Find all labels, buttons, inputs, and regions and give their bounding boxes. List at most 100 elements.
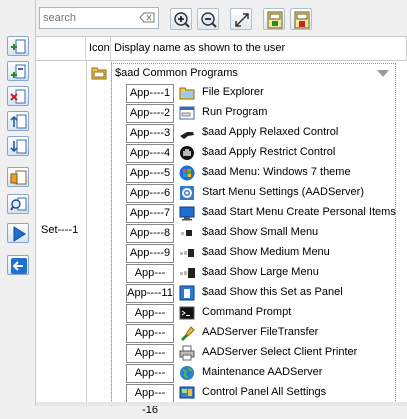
group-title[interactable]: $aad Common Programs (115, 67, 238, 79)
hand-icon (180, 132, 194, 139)
list-item[interactable]: App----3 $aad Apply Relaxed Control (126, 124, 391, 143)
name-column-header[interactable]: Display name as shown to the user (111, 37, 407, 61)
import-button[interactable] (263, 8, 285, 30)
item-label: $aad Show Large Menu (202, 266, 319, 278)
properties-button[interactable] (7, 167, 29, 187)
monitor-icon (179, 206, 195, 221)
find-button[interactable] (7, 194, 29, 214)
collapse-arrow-icon[interactable] (377, 70, 389, 77)
list-item[interactable]: App----2 Run Program (126, 104, 391, 123)
item-label: File Explorer (202, 86, 264, 98)
list-item[interactable]: App----9 $aad Show Medium Menu (126, 244, 391, 263)
list-item[interactable]: App----13 AADServer FileTransfer (126, 324, 391, 356)
app-id-button[interactable]: App----6 (126, 184, 174, 203)
stop-hand-icon (180, 146, 194, 160)
app-id-button[interactable]: App----8 (126, 224, 174, 243)
move-down-button[interactable] (7, 136, 29, 156)
top-toolbar (36, 0, 407, 36)
panel-icon (179, 285, 195, 301)
column-divider (86, 61, 87, 407)
delete-icon (10, 89, 26, 104)
zoom-in-button[interactable] (170, 8, 192, 30)
zoom-out-button[interactable] (197, 8, 219, 30)
app-id-button[interactable]: App----11 (126, 284, 174, 303)
zoom-in-icon (174, 12, 190, 28)
list-item[interactable]: App----1 File Explorer (126, 84, 391, 103)
item-label: Start Menu Settings (AADServer) (202, 186, 365, 198)
add-item-icon (11, 64, 26, 79)
list-item[interactable]: App----6 Start Menu Settings (AADServer) (126, 184, 391, 203)
delete-button[interactable] (7, 86, 29, 106)
list-item[interactable]: App----12 Command Prompt (126, 304, 391, 336)
list-item[interactable]: App----10 $aad Show Large Menu (126, 264, 391, 296)
expand-button[interactable] (230, 8, 252, 30)
import-icon (267, 11, 283, 29)
save-button[interactable] (290, 8, 312, 30)
app-id-button[interactable]: App----15 (126, 364, 174, 396)
settings-icon (180, 186, 194, 200)
expand-icon (235, 13, 249, 27)
find-icon (10, 197, 27, 211)
back-button[interactable] (7, 255, 29, 275)
app-id-button[interactable]: App----9 (126, 244, 174, 263)
file-transfer-icon (181, 326, 195, 341)
item-label: AADServer FileTransfer (202, 326, 319, 338)
app-id-button[interactable]: App----13 (126, 324, 174, 356)
item-label: $aad Show Small Menu (202, 226, 319, 238)
app-id-button[interactable]: App----16 (126, 384, 174, 416)
left-toolbar (0, 0, 36, 406)
horizontal-scrollbar[interactable] (36, 402, 407, 406)
zoom-out-icon (201, 12, 217, 28)
add-set-button[interactable] (7, 36, 29, 56)
clear-search-icon[interactable] (139, 12, 155, 23)
app-id-button[interactable]: App----1 (126, 84, 174, 103)
item-label: Command Prompt (202, 306, 292, 318)
search-input[interactable] (40, 8, 136, 28)
list-item[interactable]: App----16 Control Panel All Settings (126, 384, 391, 416)
item-label: $aad Menu: Windows 7 theme (202, 166, 351, 178)
move-up-button[interactable] (7, 111, 29, 131)
list-item[interactable]: App----8 $aad Show Small Menu (126, 224, 391, 243)
item-label: Run Program (202, 106, 268, 118)
app-id-button[interactable]: App----12 (126, 304, 174, 336)
app-id-button[interactable]: App----2 (126, 104, 174, 123)
app-id-button[interactable]: App----5 (126, 164, 174, 183)
item-label: AADServer Select Client Printer (202, 346, 358, 358)
program-group: $aad Common Programs App----1 File Explo… (111, 63, 396, 416)
list-item[interactable]: App----15 Maintenance AADServer (126, 364, 391, 396)
cmd-icon (179, 306, 195, 320)
folder-set-icon[interactable] (91, 66, 107, 80)
list-item[interactable]: App----11 $aad Show this Set as Panel (126, 284, 391, 303)
app-id-button[interactable]: App----7 (126, 204, 174, 223)
run-button[interactable] (7, 223, 29, 243)
item-label: $aad Start Menu Create Personal Items (202, 206, 396, 218)
back-arrow-icon (11, 258, 27, 274)
play-icon (13, 226, 26, 242)
item-label: Control Panel All Settings (202, 386, 327, 398)
list-item[interactable]: App----14 AADServer Select Client Printe… (126, 344, 391, 376)
windows-icon (179, 165, 195, 181)
list-item[interactable]: App----4 $aad Apply Restrict Control (126, 144, 391, 163)
medium-menu-icon (180, 249, 194, 257)
run-icon (179, 106, 195, 120)
item-label: Maintenance AADServer (202, 366, 323, 378)
move-up-icon (10, 114, 27, 129)
app-id-button[interactable]: App----10 (126, 264, 174, 296)
list-item[interactable]: App----7 $aad Start Menu Create Personal… (126, 204, 396, 223)
small-menu-icon (181, 230, 192, 236)
move-down-icon (10, 139, 27, 154)
list-item[interactable]: App----5 $aad Menu: Windows 7 theme (126, 164, 391, 183)
add-icon (11, 39, 26, 54)
add-app-button[interactable] (7, 61, 29, 81)
app-id-button[interactable]: App----3 (126, 124, 174, 143)
icon-column-header[interactable]: Icon (86, 37, 111, 61)
app-id-button[interactable]: App----14 (126, 344, 174, 376)
main-panel: Icon Display name as shown to the user S… (36, 0, 407, 416)
set-column-header[interactable] (36, 37, 86, 61)
sets-grid: Icon Display name as shown to the user S… (36, 36, 407, 416)
large-menu-icon (180, 268, 195, 278)
globe-icon (180, 366, 194, 380)
item-label: $aad Show Medium Menu (202, 246, 330, 258)
app-id-button[interactable]: App----4 (126, 144, 174, 163)
set-name-cell[interactable]: Set----1 (41, 224, 78, 236)
